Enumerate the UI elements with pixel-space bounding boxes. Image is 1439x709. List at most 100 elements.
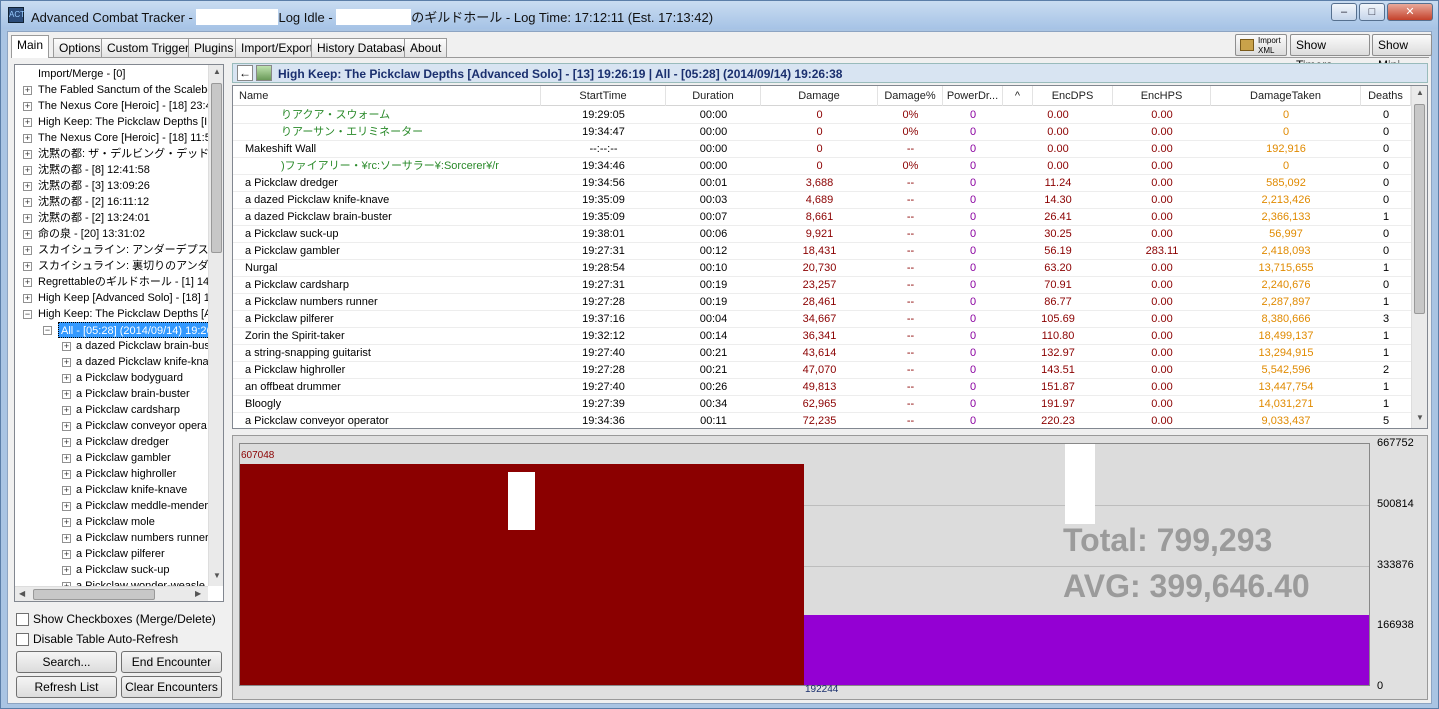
expand-icon[interactable]: +	[62, 390, 71, 399]
expand-icon[interactable]: +	[23, 102, 32, 111]
table-row[interactable]: a Pickclaw dredger 19:34:56 00:01 3,688 -- 0 1…	[233, 175, 1411, 192]
expand-icon[interactable]: +	[62, 550, 71, 559]
expand-icon[interactable]: +	[23, 246, 32, 255]
tab-plugins[interactable]: Plugins	[188, 38, 240, 57]
show-timers-button[interactable]: Show Timers	[1290, 34, 1370, 72]
expand-icon[interactable]: +	[62, 534, 71, 543]
table-row[interactable]: a Pickclaw numbers runner 19:27:28 00:19 28…	[233, 294, 1411, 311]
expand-icon[interactable]: +	[62, 454, 71, 463]
tree-item[interactable]: 沈黙の都 - [8] 12:41:58	[38, 162, 150, 178]
column-header[interactable]: Damage%	[878, 86, 943, 106]
scroll-up-icon[interactable]: ▲	[213, 67, 221, 76]
tree-child-item[interactable]: a Pickclaw knife-knave	[76, 482, 187, 498]
back-arrow-icon[interactable]: ←	[237, 65, 253, 81]
refresh-list-button[interactable]: Refresh List	[16, 676, 117, 698]
tree-item[interactable]: スカイシュライン: 裏切りのアンダーデ	[38, 258, 223, 274]
tree-child-item[interactable]: a Pickclaw conveyor opera	[76, 418, 207, 434]
tree-child-item[interactable]: a Pickclaw meddle-mender	[76, 498, 208, 514]
column-header[interactable]: EncHPS	[1113, 86, 1211, 106]
tree-child-item[interactable]: a dazed Pickclaw brain-bus	[76, 338, 210, 354]
tree-item[interactable]: 沈黙の都 - [2] 13:24:01	[38, 210, 150, 226]
table-row[interactable]: りアーサン・エリミネーター 19:34:47 00:00 0 0% 0 0.00 0.00 0 0	[233, 124, 1411, 141]
expand-icon[interactable]: +	[23, 230, 32, 239]
expand-icon[interactable]: +	[62, 470, 71, 479]
expand-icon[interactable]: +	[23, 198, 32, 207]
column-header[interactable]: Duration	[666, 86, 761, 106]
table-row[interactable]: a Pickclaw pilferer 19:37:16 00:04 34,667 --…	[233, 311, 1411, 328]
expand-icon[interactable]: +	[62, 358, 71, 367]
expand-icon[interactable]: +	[23, 118, 32, 127]
column-header[interactable]: Damage	[761, 86, 878, 106]
table-row[interactable]: an offbeat drummer 19:27:40 00:26 49,813 -- 0…	[233, 379, 1411, 396]
tree-item[interactable]: Regrettableのギルドホール - [1] 14:4	[38, 274, 218, 290]
close-button[interactable]: ✕	[1387, 3, 1433, 21]
column-header[interactable]: Name	[233, 86, 541, 106]
expand-icon[interactable]: +	[62, 518, 71, 527]
tree-child-item[interactable]: a Pickclaw mole	[76, 514, 155, 530]
tab-custom-triggers[interactable]: Custom Triggers	[101, 38, 202, 57]
column-header[interactable]: ^	[1003, 86, 1033, 106]
tree-child-item[interactable]: a Pickclaw suck-up	[76, 562, 170, 578]
disable-refresh-checkbox[interactable]	[16, 633, 29, 646]
tree-child-item[interactable]: a Pickclaw highroller	[76, 466, 176, 482]
expand-icon[interactable]: +	[23, 166, 32, 175]
tree-item-selected[interactable]: All - [05:28] (2014/09/14) 19:26	[58, 322, 216, 338]
tree-item[interactable]: The Nexus Core [Heroic] - [18] 11:5	[38, 130, 211, 146]
scroll-right-icon[interactable]: ▶	[195, 589, 201, 598]
search-button[interactable]: Search...	[16, 651, 117, 673]
table-row[interactable]: りアクア・スウォーム 19:29:05 00:00 0 0% 0 0.00 0.00 0 0	[233, 107, 1411, 124]
expand-icon[interactable]: +	[23, 278, 32, 287]
column-header[interactable]: Deaths	[1361, 86, 1411, 106]
table-row[interactable]: Bloogly 19:27:39 00:34 62,965 -- 0 191.97 0.00 1…	[233, 396, 1411, 413]
tree-child-item[interactable]: a Pickclaw numbers runner	[76, 530, 209, 546]
tree-hscroll-thumb[interactable]	[33, 589, 155, 600]
maximize-button[interactable]: □	[1359, 3, 1385, 21]
show-mini-button[interactable]: Show Mini	[1372, 34, 1432, 72]
tree-child-item[interactable]: a Pickclaw bodyguard	[76, 370, 183, 386]
expand-icon[interactable]: +	[23, 86, 32, 95]
table-row[interactable]: Nurgal 19:28:54 00:10 20,730 -- 0 63.20 0.00 13,…	[233, 260, 1411, 277]
tree-child-item[interactable]: a Pickclaw cardsharp	[76, 402, 180, 418]
tree-child-item[interactable]: a Pickclaw brain-buster	[76, 386, 190, 402]
tree-vscrollbar[interactable]: ▲ ▼	[208, 65, 223, 586]
table-row[interactable]: a Pickclaw highroller 19:27:28 00:21 47,070…	[233, 362, 1411, 379]
table-row[interactable]: a Pickclaw cardsharp 19:27:31 00:19 23,257 -…	[233, 277, 1411, 294]
tree-item[interactable]: 命の泉 - [20] 13:31:02	[38, 226, 145, 242]
expand-icon[interactable]: +	[62, 502, 71, 511]
tree-child-item[interactable]: a Pickclaw pilferer	[76, 546, 165, 562]
expand-icon[interactable]: +	[23, 262, 32, 271]
clear-encounters-button[interactable]: Clear Encounters	[121, 676, 222, 698]
column-header[interactable]: PowerDr...	[943, 86, 1003, 106]
tree-item[interactable]: 沈黙の都: ザ・デルビング・デッド - [1	[38, 146, 223, 162]
combatant-table[interactable]: Name StartTime Duration Damage Damage% PowerD…	[232, 85, 1428, 429]
table-row[interactable]: a string-snapping guitarist 19:27:40 00:21…	[233, 345, 1411, 362]
collapse-icon[interactable]: −	[43, 326, 52, 335]
tree-item[interactable]: スカイシュライン: アンダーデプス - [28	[38, 242, 223, 258]
minimize-button[interactable]: –	[1331, 3, 1357, 21]
expand-icon[interactable]: +	[62, 406, 71, 415]
expand-icon[interactable]: +	[62, 422, 71, 431]
image-icon[interactable]	[256, 65, 272, 81]
table-scroll-thumb[interactable]	[1414, 104, 1425, 314]
tree-child-item[interactable]: a dazed Pickclaw knife-kna	[76, 354, 209, 370]
expand-icon[interactable]: +	[62, 374, 71, 383]
expand-icon[interactable]: +	[23, 214, 32, 223]
tab-options[interactable]: Options	[53, 38, 107, 57]
tree-item[interactable]: 沈黙の都 - [3] 13:09:26	[38, 178, 150, 194]
scroll-down-icon[interactable]: ▼	[1416, 413, 1424, 422]
tab-main[interactable]: Main	[11, 35, 50, 58]
table-row[interactable]: )ファイアリー・¥rc:ソーサラー¥:Sorcerer¥/r 19:34:46 00…	[233, 158, 1411, 175]
tab-about[interactable]: About	[404, 38, 448, 57]
expand-icon[interactable]: +	[62, 566, 71, 575]
scroll-left-icon[interactable]: ◀	[19, 589, 25, 598]
expand-icon[interactable]: +	[23, 150, 32, 159]
import-xml-button[interactable]: Import XML	[1235, 34, 1287, 56]
end-encounter-button[interactable]: End Encounter	[121, 651, 222, 673]
column-header[interactable]: DamageTaken	[1211, 86, 1361, 106]
tree-item[interactable]: High Keep [Advanced Solo] - [18] 1	[38, 290, 210, 306]
tree-item[interactable]: The Fabled Sanctum of the Scalebe	[38, 82, 214, 98]
table-row[interactable]: a dazed Pickclaw knife-knave 19:35:09 00:0…	[233, 192, 1411, 209]
encounter-tree[interactable]: Import/Merge - [0] + The Fabled Sanctum …	[14, 64, 224, 602]
collapse-icon[interactable]: −	[23, 310, 32, 319]
show-checkboxes-checkbox[interactable]	[16, 613, 29, 626]
